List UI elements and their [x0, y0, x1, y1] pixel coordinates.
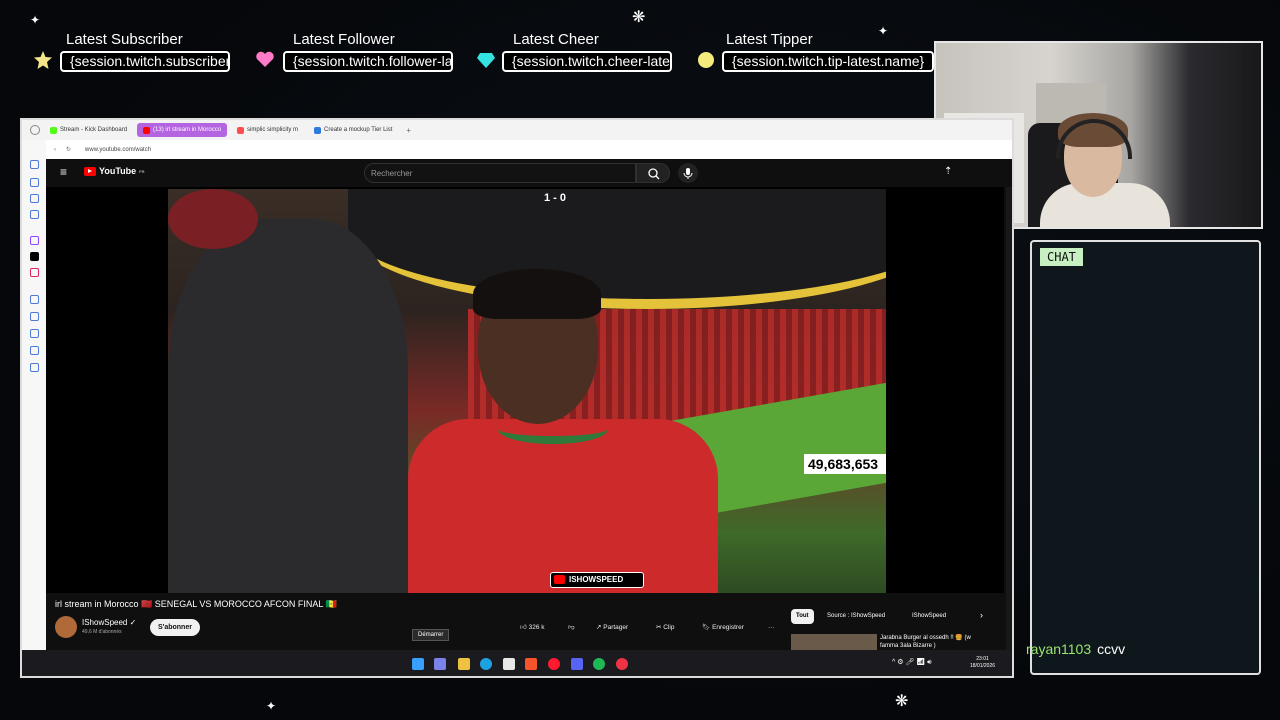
chat-title: CHAT [1040, 248, 1083, 266]
thumbs-down-icon: 👎︎ [568, 624, 575, 631]
discord-icon[interactable] [571, 658, 583, 670]
youtube-play-icon [84, 166, 96, 176]
viewer-counter-banner: 49,683,653 [804, 454, 886, 474]
match-score: 1 - 0 [544, 192, 567, 204]
hamburger-menu-icon[interactable]: ≡ [60, 165, 67, 179]
brave-icon[interactable] [525, 658, 537, 670]
browser-menu-icon[interactable] [30, 125, 40, 135]
youtube-header: ≡ YouTube FR Rechercher ⇡ [46, 159, 1012, 187]
obs-icon[interactable] [616, 658, 628, 670]
microphone-icon [683, 168, 693, 179]
url-field[interactable]: www.youtube.com/watch [85, 147, 151, 153]
chat-panel: CHAT [1030, 240, 1261, 675]
sidebar-bookmark-icon[interactable] [30, 178, 39, 187]
sidebar-x-icon[interactable] [30, 252, 39, 261]
subscribe-button[interactable]: S'abonner [150, 619, 200, 636]
system-tray-icon[interactable]: ^ ⚙ 🎤︎ 📶︎ 🔊︎ [892, 658, 932, 667]
search-button[interactable] [636, 163, 670, 183]
sidebar-cloud-icon[interactable] [30, 346, 39, 355]
chat-username: rayan1103 [1026, 641, 1092, 657]
share-button[interactable]: ↗ Partager [590, 619, 634, 636]
microphone-button[interactable] [678, 163, 698, 183]
star-icon [34, 51, 52, 69]
start-icon[interactable] [412, 658, 424, 670]
youtube-logo[interactable]: YouTube FR [84, 166, 145, 176]
video-frame[interactable]: 1 - 0 49,683,653 ISHOWSPEED [168, 189, 886, 593]
browser-sidebar [22, 140, 46, 650]
more-actions-button[interactable]: ··· [762, 619, 781, 636]
store-icon[interactable] [503, 658, 515, 670]
dislike-button[interactable]: 👎︎ [562, 619, 581, 636]
browser-tab-bar: Stream - Kick Dashboard (13) irl stream … [22, 120, 1012, 140]
bookmark-icon: 🔖︎ [702, 624, 711, 631]
address-bar: ‹ ↻ www.youtube.com/watch [46, 140, 1012, 159]
folder-icon[interactable] [458, 658, 470, 670]
screen-capture: Stream - Kick Dashboard (13) irl stream … [20, 118, 1014, 678]
latest-subscriber-value: {session.twitch.subscriber-latest.name} [60, 51, 230, 72]
latest-follower-label: Latest Follower [293, 31, 395, 48]
tab-youtube-stream[interactable]: (13) irl stream in Morocco [137, 123, 228, 137]
coin-icon [698, 52, 714, 68]
channel-name[interactable]: IShowSpeed ✓ [82, 618, 136, 627]
spotify-icon[interactable] [593, 658, 605, 670]
tab-tier-list[interactable]: Create a mockup Tier List [308, 123, 398, 137]
save-button[interactable]: 🔖︎ Enregistrer [696, 619, 750, 636]
sidebar-time-icon[interactable] [30, 329, 39, 338]
latest-follower-value: {session.twitch.follower-latest.name} [283, 51, 453, 72]
windows-taskbar: ^ ⚙ 🎤︎ 📶︎ 🔊︎ 23:01 18/01/2026 [22, 650, 1012, 676]
scissors-icon: ✂ [656, 624, 662, 631]
latest-tipper-value: {session.twitch.tip-latest.name} [722, 51, 934, 72]
sidebar-notes-icon[interactable] [30, 210, 39, 219]
upload-icon[interactable]: ⇡ [944, 166, 952, 177]
sidebar-pocket-icon[interactable] [30, 268, 39, 277]
sidebar-box-icon[interactable] [30, 312, 39, 321]
thumbs-up-icon: 👍︎ [520, 624, 527, 631]
start-tooltip: Démarrer [412, 629, 450, 641]
latest-subscriber-label: Latest Subscriber [66, 31, 183, 48]
tab-kick-dashboard[interactable]: Stream - Kick Dashboard [44, 123, 133, 137]
new-tab-button[interactable]: + [406, 126, 411, 135]
share-icon: ↗ [596, 624, 602, 631]
sparkle-icon: ✦ [878, 24, 889, 38]
chevron-right-icon[interactable]: › [980, 610, 983, 620]
chip-ishowspeed[interactable]: IShowSpeed [907, 609, 951, 624]
sidebar-settings-icon[interactable] [30, 363, 39, 372]
opera-icon[interactable] [548, 658, 560, 670]
sparkle-icon: ❋ [632, 9, 646, 26]
sparkle-icon: ❋ [895, 693, 909, 710]
chip-all[interactable]: Tout [791, 609, 814, 624]
chat-message: rayan1103 ccvv [1026, 641, 1125, 657]
sidebar-twitch-icon[interactable] [30, 236, 39, 245]
diamond-icon [477, 53, 495, 68]
teams-icon[interactable] [434, 658, 446, 670]
video-title: irl stream in Morocco 🇲🇦 SENEGAL VS MORO… [55, 599, 337, 609]
search-icon [648, 168, 660, 180]
tab-simplicity[interactable]: simplic simplicity m [231, 123, 304, 137]
like-button[interactable]: 👍︎ 326 k [514, 619, 551, 636]
latest-cheer-value: {session.twitch.cheer-latest.name} [502, 51, 672, 72]
back-icon[interactable]: ‹ [54, 147, 56, 153]
chat-message-text: ccvv [1097, 641, 1126, 657]
clip-button[interactable]: ✂ Clip [650, 619, 680, 636]
heart-icon [256, 51, 274, 67]
latest-tipper-label: Latest Tipper [726, 31, 813, 48]
stream-canvas: ✦ ❋ ✦ ✦ ❋ Latest Subscriber Latest Follo… [0, 0, 1280, 720]
sidebar-clock-icon[interactable] [30, 295, 39, 304]
chip-source[interactable]: Source : IShowSpeed [822, 609, 890, 624]
reload-icon[interactable]: ↻ [66, 146, 71, 153]
latest-cheer-label: Latest Cheer [513, 31, 599, 48]
channel-watermark: ISHOWSPEED [550, 572, 644, 588]
sidebar-refresh-icon[interactable] [30, 160, 39, 169]
sparkle-icon: ✦ [266, 699, 277, 713]
avatar[interactable] [55, 616, 77, 638]
sparkle-icon: ✦ [30, 13, 41, 27]
taskbar-clock[interactable]: 23:01 18/01/2026 [970, 656, 995, 670]
channel-subscriber-count: 49,6 M d'abonnés [82, 629, 122, 635]
youtube-search-input[interactable]: Rechercher [364, 163, 636, 183]
edge-icon[interactable] [480, 658, 492, 670]
page-scrollbar[interactable] [1006, 187, 1012, 650]
sidebar-history-icon[interactable] [30, 194, 39, 203]
